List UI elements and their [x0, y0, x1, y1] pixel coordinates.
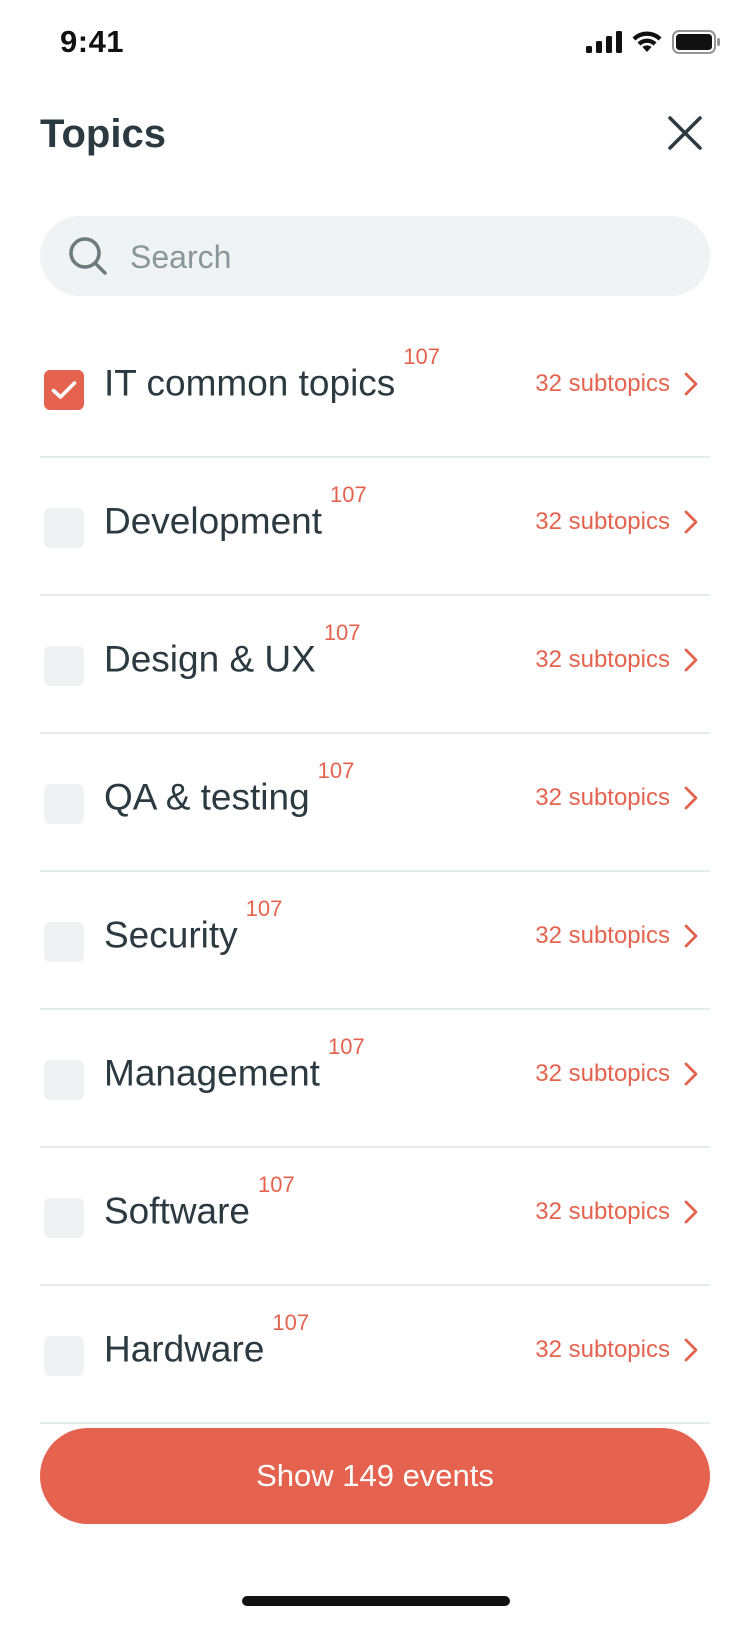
cellular-signal-icon — [586, 31, 622, 53]
subtopics-label: 32 subtopics — [535, 784, 670, 811]
topic-label: Design & UX — [104, 638, 316, 680]
topic-row-3[interactable]: QA & testing 107 32 subtopics — [40, 734, 710, 872]
subtopics-link[interactable]: 32 subtopics — [535, 508, 698, 536]
status-icons — [586, 30, 720, 54]
battery-icon — [672, 30, 720, 54]
topic-label: Security — [104, 914, 238, 956]
subtopics-link[interactable]: 32 subtopics — [535, 1336, 698, 1364]
subtopics-link[interactable]: 32 subtopics — [535, 922, 698, 950]
subtopics-label: 32 subtopics — [535, 1060, 670, 1087]
topic-count: 107 — [403, 344, 441, 369]
subtopics-link[interactable]: 32 subtopics — [535, 646, 698, 674]
search-input[interactable] — [128, 216, 692, 298]
topic-label: Software — [104, 1190, 251, 1232]
topic-checkbox[interactable] — [44, 1336, 84, 1376]
chevron-right-icon — [684, 372, 698, 396]
topic-label: Management — [104, 1052, 320, 1094]
topic-row-0[interactable]: IT common topics 107 32 subtopics — [40, 320, 710, 458]
status-time: 9:41 — [60, 24, 125, 59]
subtopics-label: 32 subtopics — [535, 508, 670, 535]
header: Topics — [40, 100, 710, 172]
chevron-right-icon — [684, 786, 698, 810]
chevron-right-icon — [684, 648, 698, 672]
topic-label: Hardware — [104, 1328, 265, 1370]
chevron-right-icon — [684, 510, 698, 534]
subtopics-label: 32 subtopics — [535, 1198, 670, 1225]
chevron-right-icon — [684, 924, 698, 948]
close-button[interactable] — [660, 108, 710, 158]
subtopics-link[interactable]: 32 subtopics — [535, 1060, 698, 1088]
topic-row-1[interactable]: Development 107 32 subtopics — [40, 458, 710, 596]
chevron-right-icon — [684, 1338, 698, 1362]
home-indicator — [242, 1596, 510, 1606]
search-icon — [69, 237, 107, 275]
show-events-button[interactable]: Show 149 events — [40, 1428, 710, 1524]
topic-checkbox[interactable] — [44, 1060, 84, 1100]
topic-count: 107 — [258, 1172, 295, 1197]
subtopics-link[interactable]: 32 subtopics — [535, 784, 698, 812]
topic-row-7[interactable]: Hardware 107 32 subtopics — [40, 1286, 710, 1424]
topic-checkbox[interactable] — [44, 508, 84, 548]
topic-count: 107 — [317, 758, 355, 783]
topic-label: QA & testing — [104, 776, 310, 818]
subtopics-label: 32 subtopics — [535, 646, 670, 673]
subtopics-label: 32 subtopics — [535, 922, 670, 949]
topic-row-2[interactable]: Design & UX 107 32 subtopics — [40, 596, 710, 734]
topic-count: 107 — [245, 896, 283, 921]
subtopics-link[interactable]: 32 subtopics — [535, 1198, 698, 1226]
topic-count: 107 — [327, 1034, 365, 1059]
topic-row-6[interactable]: Software 107 32 subtopics — [40, 1148, 710, 1286]
topic-checkbox[interactable] — [44, 1198, 84, 1238]
check-icon — [51, 381, 77, 399]
chevron-right-icon — [684, 1062, 698, 1086]
chevron-right-icon — [684, 1200, 698, 1224]
subtopics-label: 32 subtopics — [535, 1336, 670, 1363]
topic-row-5[interactable]: Management 107 32 subtopics — [40, 1010, 710, 1148]
topic-checkbox[interactable] — [44, 646, 84, 686]
status-bar: 9:41 — [0, 0, 750, 92]
close-icon — [668, 116, 702, 150]
topic-checkbox-checked[interactable] — [44, 370, 84, 410]
topic-checkbox[interactable] — [44, 922, 84, 962]
wifi-icon — [632, 31, 662, 52]
topic-list: IT common topics 107 32 subtopics Develop… — [40, 320, 710, 1424]
topic-label: IT common topics — [104, 362, 396, 404]
page-title: Topics — [40, 112, 166, 156]
subtopics-label: 32 subtopics — [535, 370, 670, 397]
subtopics-link[interactable]: 32 subtopics — [535, 370, 698, 398]
topic-count: 107 — [272, 1310, 310, 1335]
topic-row-4[interactable]: Security 107 32 subtopics — [40, 872, 710, 1010]
search-bar[interactable] — [40, 216, 710, 298]
topic-label: Development — [104, 500, 323, 542]
topic-count: 107 — [330, 482, 367, 507]
topic-count: 107 — [323, 620, 361, 645]
topic-checkbox[interactable] — [44, 784, 84, 824]
